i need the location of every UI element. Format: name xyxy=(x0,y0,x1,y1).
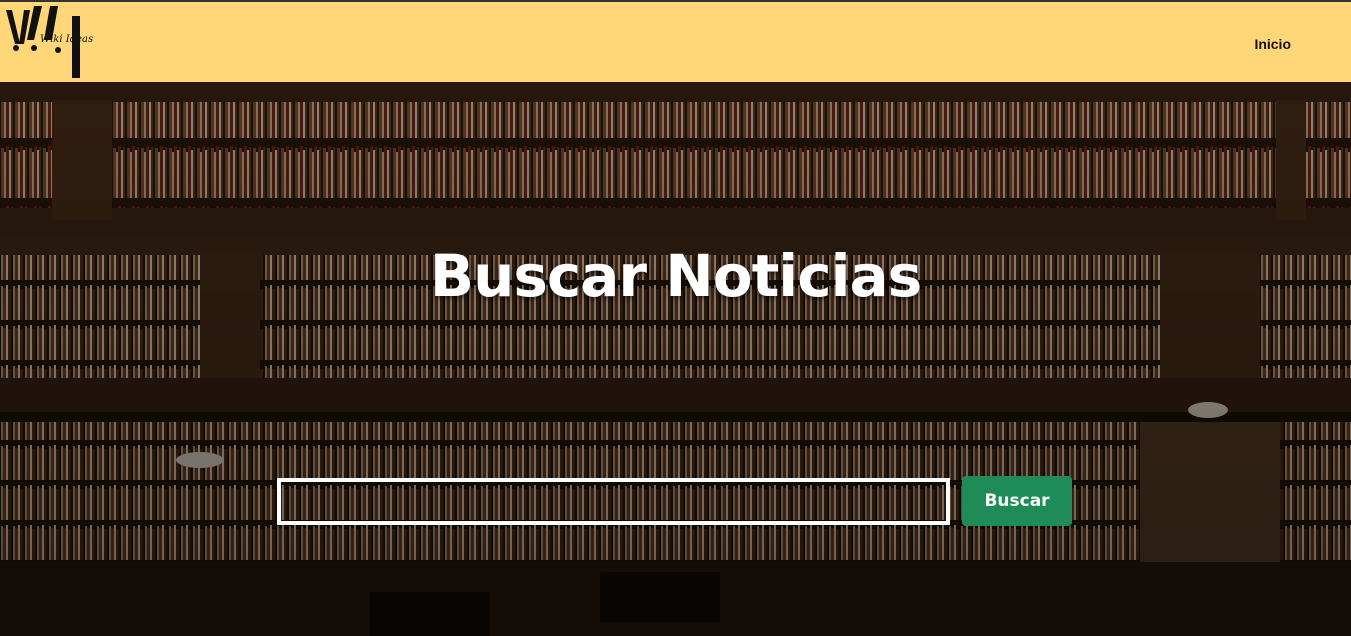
logo-text: Wiki Ideas xyxy=(40,34,94,45)
search-button[interactable]: Buscar xyxy=(962,476,1072,526)
nav-link-inicio[interactable]: Inicio xyxy=(1254,36,1291,52)
page-title: Buscar Noticias xyxy=(429,242,922,310)
top-navbar: Wiki Ideas Inicio xyxy=(0,0,1351,82)
hero-banner: Buscar Noticias Buscar xyxy=(0,82,1351,636)
search-input[interactable] xyxy=(277,478,950,525)
library-background-image xyxy=(0,82,1351,636)
wiki-ideas-logo[interactable]: Wiki Ideas xyxy=(6,4,93,78)
